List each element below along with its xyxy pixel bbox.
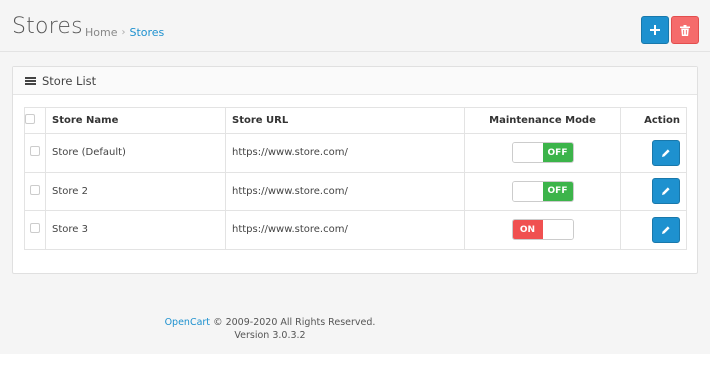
delete-store-button[interactable] <box>671 16 699 44</box>
store-name: Store 2 <box>45 171 226 211</box>
list-icon <box>25 76 36 85</box>
trash-icon <box>680 24 690 36</box>
row-checkbox[interactable] <box>30 223 40 234</box>
row-checkbox[interactable] <box>30 184 40 195</box>
maintenance-toggle[interactable]: OFF <box>511 142 574 164</box>
panel-heading: Store List <box>13 67 697 95</box>
store-table: Store Name Store URL Maintenance Mode Ac… <box>24 107 687 250</box>
maintenance-toggle[interactable]: ON <box>511 219 574 241</box>
edit-store-button[interactable] <box>652 216 680 243</box>
page-footer: OpenCart © 2009-2020 All Rights Reserved… <box>0 316 540 342</box>
select-all-checkbox[interactable] <box>25 114 35 124</box>
pencil-icon <box>662 149 670 157</box>
breadcrumb: Home › Stores <box>85 26 164 39</box>
table-header-row: Store Name Store URL Maintenance Mode Ac… <box>24 107 687 134</box>
maintenance-toggle[interactable]: OFF <box>511 180 574 202</box>
store-name: Store (Default) <box>45 133 226 173</box>
panel-title: Store List <box>42 73 97 88</box>
table-row: Store (Default) https://www.store.com/ O… <box>24 133 687 173</box>
maintenance-state: OFF <box>542 181 573 201</box>
maintenance-state: ON <box>512 220 543 240</box>
edit-store-button[interactable] <box>652 139 680 166</box>
store-name: Store 3 <box>45 210 226 250</box>
table-row: Store 2 https://www.store.com/ OFF <box>24 171 687 211</box>
footer-copyright-line: OpenCart © 2009-2020 All Rights Reserved… <box>0 316 540 329</box>
breadcrumb-home[interactable]: Home <box>85 26 117 39</box>
pencil-icon <box>662 187 670 196</box>
page-title: Stores <box>12 14 83 39</box>
plus-icon <box>650 25 660 35</box>
edit-store-button[interactable] <box>652 178 680 205</box>
store-list-panel: Store List Store Name Store URL Maintena… <box>12 66 698 274</box>
column-header-maintenance-mode: Maintenance Mode <box>464 107 621 134</box>
store-url: https://www.store.com/ <box>225 210 465 250</box>
column-header-store-name[interactable]: Store Name <box>45 107 226 134</box>
store-url: https://www.store.com/ <box>225 133 465 173</box>
row-checkbox[interactable] <box>30 146 40 157</box>
column-header-store-url[interactable]: Store URL <box>225 107 465 134</box>
maintenance-state: OFF <box>542 143 573 163</box>
footer-version: Version 3.0.3.2 <box>234 330 306 341</box>
pencil-icon <box>662 226 670 234</box>
add-store-button[interactable] <box>641 16 669 44</box>
column-header-action: Action <box>620 107 687 134</box>
breadcrumb-separator: › <box>121 27 126 38</box>
breadcrumb-stores[interactable]: Stores <box>129 26 164 39</box>
select-all-cell <box>24 107 46 134</box>
page-header: Stores Home › Stores <box>0 0 710 52</box>
footer-copyright: © 2009-2020 All Rights Reserved. <box>210 317 376 328</box>
store-url: https://www.store.com/ <box>225 171 465 211</box>
footer-brand-link[interactable]: OpenCart <box>165 317 210 328</box>
table-row: Store 3 https://www.store.com/ ON <box>24 210 687 250</box>
